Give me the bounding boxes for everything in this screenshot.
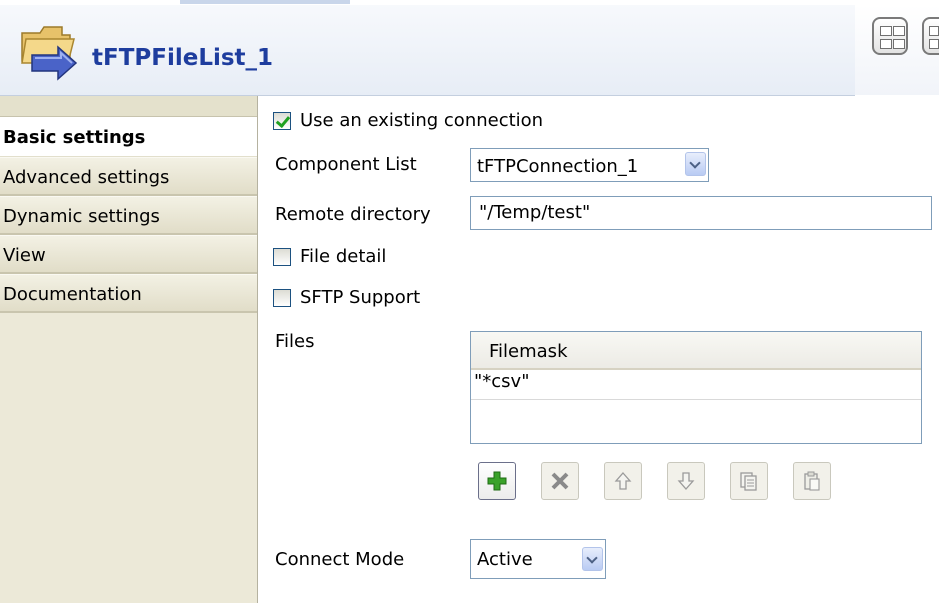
paste-icon: [804, 471, 820, 491]
add-row-button[interactable]: [478, 462, 516, 500]
table-row[interactable]: "*csv": [471, 370, 921, 400]
layout-grid-icon: [893, 26, 905, 36]
component-title-tab: tFTPFileList_1: [0, 5, 855, 96]
remote-directory-input[interactable]: "/Temp/test": [470, 196, 932, 230]
copy-button[interactable]: [730, 462, 768, 500]
filemask-column-header[interactable]: Filemask: [471, 332, 921, 370]
connect-mode-select[interactable]: Active: [470, 539, 606, 579]
paste-button[interactable]: [793, 462, 831, 500]
tab-documentation[interactable]: Documentation: [0, 274, 257, 313]
move-down-button[interactable]: [667, 462, 705, 500]
copy-icon: [740, 472, 757, 491]
tab-view[interactable]: View: [0, 235, 257, 274]
connect-mode-value: Active: [477, 549, 533, 570]
tab-dynamic-settings[interactable]: Dynamic settings: [0, 196, 257, 235]
chevron-down-icon[interactable]: [582, 547, 603, 571]
layout-split-button[interactable]: [922, 17, 939, 55]
top-strip-segment: [180, 0, 350, 4]
add-icon: [487, 471, 507, 491]
file-detail-checkbox[interactable]: [273, 248, 291, 266]
remote-directory-label: Remote directory: [275, 204, 431, 225]
component-title: tFTPFileList_1: [92, 45, 274, 71]
layout-grid-icon: [880, 26, 892, 36]
component-list-select[interactable]: tFTPConnection_1: [470, 148, 709, 182]
tab-basic-settings[interactable]: Basic settings: [0, 117, 257, 157]
files-table[interactable]: Filemask "*csv": [470, 331, 922, 444]
layout-split-icon: [929, 26, 939, 36]
component-header: tFTPFileList_1: [0, 5, 939, 96]
layout-grid-icon: [893, 39, 905, 49]
file-detail-label: File detail: [300, 246, 387, 267]
connect-mode-label: Connect Mode: [275, 549, 405, 570]
delete-icon: [551, 472, 569, 490]
use-existing-connection-checkbox[interactable]: [273, 112, 291, 130]
move-down-icon: [677, 472, 695, 490]
sidebar-spacer: [0, 96, 257, 117]
tab-advanced-settings[interactable]: Advanced settings: [0, 157, 257, 196]
chevron-down-icon[interactable]: [685, 152, 706, 176]
component-list-label: Component List: [275, 154, 417, 175]
component-list-value: tFTPConnection_1: [477, 156, 639, 177]
layout-split-icon: [929, 39, 939, 49]
sftp-support-checkbox[interactable]: [273, 289, 291, 307]
layout-grid-icon: [880, 39, 892, 49]
layout-grid-button[interactable]: [872, 17, 908, 55]
move-up-icon: [614, 472, 632, 490]
delete-row-button[interactable]: [541, 462, 579, 500]
use-existing-connection-label: Use an existing connection: [300, 110, 544, 131]
files-label: Files: [275, 331, 315, 352]
sftp-support-label: SFTP Support: [300, 287, 421, 308]
folder-arrow-icon: [21, 26, 78, 81]
settings-sidebar: Basic settings Advanced settings Dynamic…: [0, 96, 258, 603]
move-up-button[interactable]: [604, 462, 642, 500]
